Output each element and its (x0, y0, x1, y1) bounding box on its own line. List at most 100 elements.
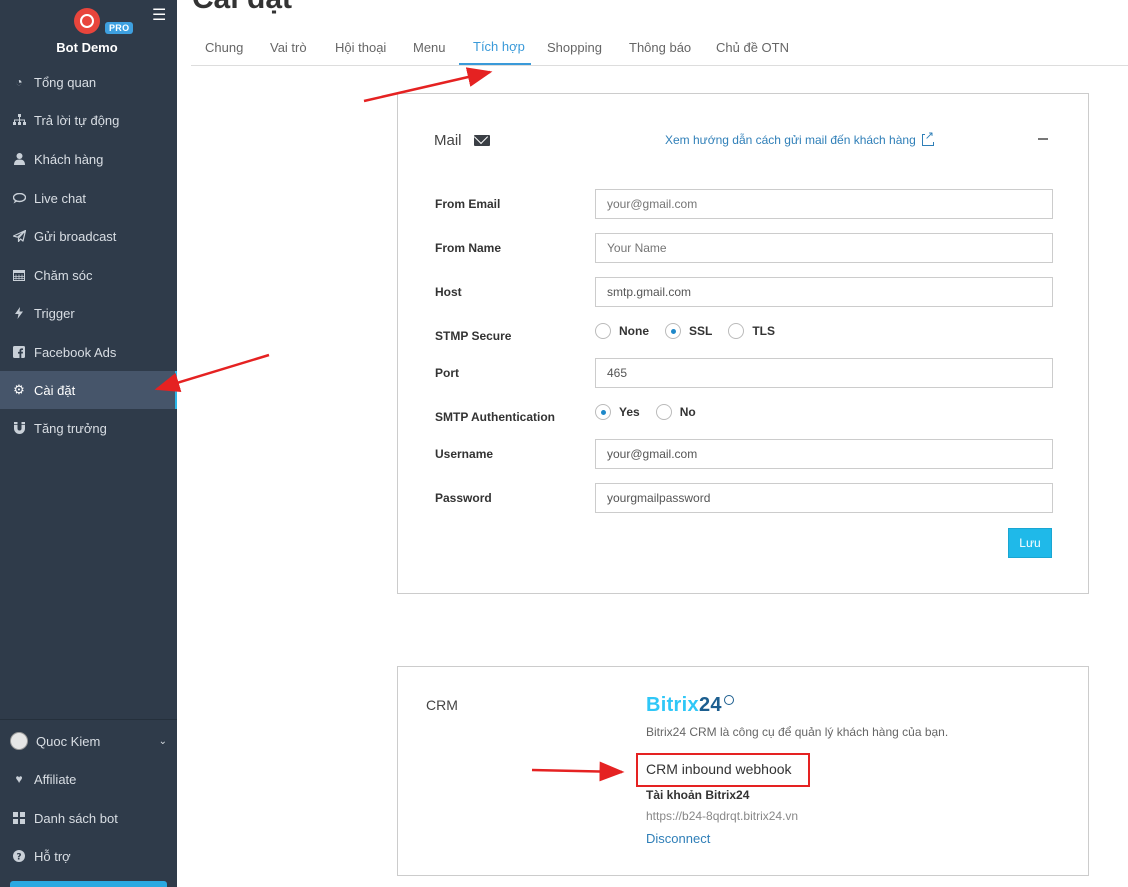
sidebar-item-label: Hỗ trợ (34, 848, 71, 864)
tab-shopping[interactable]: Shopping (547, 40, 602, 55)
mail-panel-title: Mail (434, 132, 490, 149)
stmp-secure-label: STMP Secure (435, 329, 512, 343)
sidebar-item-tang-truong[interactable]: Tăng trưởng (0, 409, 177, 447)
from-email-field[interactable] (595, 189, 1053, 219)
sidebar-item-danh-sach-bot[interactable]: Danh sách bot (0, 799, 177, 837)
sidebar-item-label: Cài đặt (34, 382, 76, 398)
host-field[interactable] (595, 277, 1053, 307)
stmp-secure-radio-group: None SSL TLS (595, 323, 791, 339)
sidebar-divider (0, 719, 177, 720)
bot-name: Bot Demo (56, 40, 118, 55)
sidebar-item-label: Gửi broadcast (34, 228, 117, 244)
smtp-auth-label: SMTP Authentication (435, 410, 555, 424)
radio-auth-yes[interactable] (595, 404, 611, 420)
save-button[interactable]: Lưu (1008, 528, 1052, 558)
tab-thong-bao[interactable]: Thông báo (629, 40, 691, 55)
tab-hoi-thoai[interactable]: Hội thoại (335, 40, 386, 55)
active-tab-indicator (459, 63, 531, 65)
radio-secure-none-label: None (619, 324, 649, 338)
sidebar-item-cai-dat[interactable]: ⚙ Cài đặt (0, 371, 177, 409)
gear-icon: ⚙ (13, 382, 25, 397)
bitrix24-logo: Bitrix24 (646, 694, 734, 717)
app-root: PRO ☰ Bot Demo ◔ Tổng quan Trả lời tự độ… (0, 0, 1128, 887)
sidebar: PRO ☰ Bot Demo ◔ Tổng quan Trả lời tự độ… (0, 0, 177, 887)
password-label: Password (435, 491, 492, 505)
sidebar-item-ho-tro[interactable]: ? Hỗ trợ (0, 837, 177, 875)
sidebar-item-label: Trả lời tự động (34, 112, 120, 128)
sidebar-item-label: Affiliate (34, 771, 77, 787)
sidebar-item-live-chat[interactable]: Live chat (0, 179, 177, 217)
bitrix24-account-url: https://b24-8qdrqt.bitrix24.vn (646, 809, 799, 823)
from-name-label: From Name (435, 241, 502, 255)
bitrix24-logo-text: Bitrix (646, 694, 699, 716)
sidebar-item-label: Chăm sóc (34, 267, 93, 283)
sidebar-item-tong-quan[interactable]: ◔ Tổng quan (0, 63, 177, 101)
tab-chu-de-otn[interactable]: Chủ đề OTN (716, 40, 789, 55)
sidebar-bottom-button[interactable] (10, 881, 167, 887)
tab-chung[interactable]: Chung (205, 40, 243, 55)
crm-panel-title: CRM (426, 697, 458, 713)
sidebar-item-label: Tổng quan (34, 74, 97, 90)
radio-auth-yes-label: Yes (619, 405, 640, 419)
calendar-icon (12, 268, 26, 282)
mail-title-text: Mail (434, 132, 462, 149)
sidebar-item-affiliate[interactable]: ♥ Affiliate (0, 760, 177, 798)
envelope-icon (473, 135, 490, 146)
radio-secure-tls[interactable] (728, 323, 745, 339)
sidebar-item-khach-hang[interactable]: Khách hàng (0, 140, 177, 178)
from-email-label: From Email (435, 197, 501, 211)
chat-icon (12, 191, 26, 205)
tab-vai-tro[interactable]: Vai trò (270, 40, 307, 55)
sidebar-item-trigger[interactable]: Trigger (0, 294, 177, 332)
sidebar-item-label: Tăng trưởng (34, 420, 107, 436)
radio-auth-no-label: No (679, 405, 696, 419)
disconnect-link[interactable]: Disconnect (646, 831, 710, 846)
sidebar-item-gui-broadcast[interactable]: Gửi broadcast (0, 217, 177, 255)
port-field[interactable] (595, 358, 1053, 388)
bitrix24-account-label: Tài khoản Bitrix24 (646, 788, 750, 802)
tab-menu[interactable]: Menu (413, 40, 446, 55)
password-field[interactable] (595, 483, 1053, 513)
paper-plane-icon (12, 229, 26, 243)
page-title: Cài đặt (192, 0, 292, 16)
grid-icon (12, 811, 26, 825)
brand-logo (74, 8, 100, 34)
sidebar-item-facebook-ads[interactable]: Facebook Ads (0, 333, 177, 371)
radio-secure-ssl-label: SSL (689, 324, 713, 338)
chevron-down-icon: ⌄ (158, 735, 167, 747)
collapse-icon[interactable] (1038, 138, 1048, 140)
smtp-auth-radio-group: Yes No (595, 404, 712, 420)
mail-guide-link-text: Xem hướng dẫn cách gửi mail đến khách hà… (665, 133, 916, 147)
sidebar-item-tra-loi-tu-dong[interactable]: Trả lời tự động (0, 101, 177, 139)
question-icon: ? (12, 849, 26, 863)
hamburger-menu-icon[interactable]: ☰ (152, 5, 166, 25)
tab-tich-hop[interactable]: Tích hợp (473, 39, 525, 54)
bolt-icon (12, 306, 26, 320)
port-label: Port (435, 366, 459, 380)
sidebar-item-cham-soc[interactable]: Chăm sóc (0, 256, 177, 294)
magnet-icon (12, 421, 26, 435)
sidebar-item-label: Danh sách bot (34, 810, 118, 826)
from-name-field[interactable] (595, 233, 1053, 263)
sidebar-item-user-account[interactable]: Quoc Kiem ⌄ (0, 722, 177, 760)
host-label: Host (435, 285, 462, 299)
sidebar-item-label: Facebook Ads (34, 344, 117, 360)
dashboard-icon: ◔ (15, 75, 23, 89)
mail-settings-panel: Mail Xem hướng dẫn cách gửi mail đến khá… (397, 93, 1089, 594)
sidebar-item-label: Quoc Kiem (36, 733, 101, 749)
sitemap-icon (12, 113, 26, 127)
radio-secure-none[interactable] (595, 323, 611, 339)
username-field[interactable] (595, 439, 1053, 469)
radio-secure-ssl[interactable] (665, 323, 681, 339)
username-label: Username (435, 447, 494, 461)
radio-auth-no[interactable] (655, 404, 672, 420)
radio-secure-tls-label: TLS (752, 324, 776, 338)
mail-guide-link[interactable]: Xem hướng dẫn cách gửi mail đến khách hà… (665, 130, 934, 147)
crm-panel: CRM Bitrix24 Bitrix24 CRM là công cụ để … (397, 666, 1089, 876)
svg-text:?: ? (16, 852, 21, 862)
settings-tabs: Chung Vai trò Hội thoại Menu Tích hợp Sh… (191, 30, 1128, 66)
user-icon (12, 152, 26, 166)
brand[interactable]: PRO ☰ Bot Demo (0, 0, 177, 60)
facebook-icon (12, 345, 26, 359)
sidebar-item-label: Khách hàng (34, 151, 104, 167)
